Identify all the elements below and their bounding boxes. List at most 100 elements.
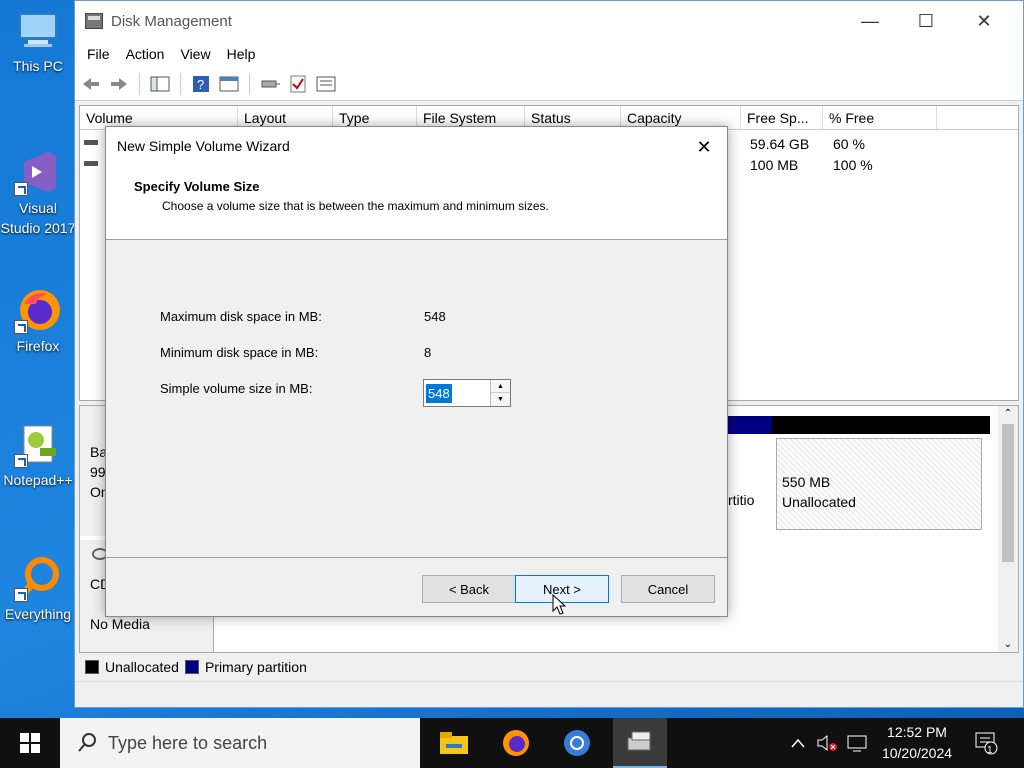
free-space-cell: 100 MB (750, 157, 799, 173)
partition-primary[interactable]: rtitio (728, 416, 772, 534)
column-free-space[interactable]: Free Sp... (741, 106, 823, 129)
column-percent-free[interactable]: % Free (823, 106, 937, 129)
wizard-title: New Simple Volume Wizard (117, 138, 290, 154)
legend-swatch-primary (184, 660, 199, 674)
desktop-icon-label: Visual Studio 2017 (0, 200, 76, 236)
new-simple-volume-wizard: New Simple Volume Wizard ✕ Specify Volum… (105, 126, 728, 617)
menu-action[interactable]: Action (118, 46, 173, 62)
cdrom-status: No Media (90, 616, 150, 632)
console-tree-icon[interactable] (148, 73, 172, 95)
magnifier-icon (14, 554, 62, 602)
desktop-icon-visual-studio[interactable]: Visual Studio 2017 (0, 148, 76, 238)
back-button[interactable]: < Back (422, 575, 516, 603)
desktop-icon-label: This PC (13, 58, 63, 74)
folder-icon (440, 732, 468, 754)
svg-text:?: ? (197, 77, 204, 92)
vertical-scrollbar[interactable]: ⌃ ⌄ (998, 406, 1018, 652)
spin-up-icon[interactable]: ▲ (491, 380, 510, 393)
properties-icon[interactable] (217, 73, 241, 95)
partition-label: rtitio (728, 492, 755, 508)
checklist-icon[interactable] (286, 73, 310, 95)
network-icon[interactable] (844, 718, 872, 768)
clock-time: 12:52 PM (887, 724, 947, 740)
maximize-button[interactable]: ☐ (897, 1, 955, 41)
scroll-up-icon[interactable]: ⌃ (998, 406, 1018, 422)
desktop-icon-this-pc[interactable]: This PC (0, 6, 76, 76)
forward-arrow-icon[interactable] (107, 73, 131, 95)
spin-down-icon[interactable]: ▼ (491, 393, 510, 406)
wizard-divider (106, 557, 727, 558)
desktop-icon-label: Notepad++ (3, 472, 73, 488)
firefox-taskbar-button[interactable] (489, 718, 543, 768)
menu-file[interactable]: File (79, 46, 118, 62)
firefox-icon (503, 730, 529, 756)
legend: Unallocated Primary partition (79, 655, 1019, 679)
computer-icon (14, 6, 62, 54)
menu-bar: File Action View Help (75, 41, 1023, 67)
wizard-heading: Specify Volume Size (134, 179, 260, 194)
back-arrow-icon[interactable] (79, 73, 103, 95)
notification-icon (975, 732, 998, 755)
notepad-plus-plus-icon (14, 420, 62, 468)
desktop-icon-label: Everything (4, 606, 72, 622)
volume-drive-icon (84, 140, 98, 145)
help-icon[interactable]: ? (189, 73, 213, 95)
wizard-header: New Simple Volume Wizard ✕ Specify Volum… (106, 127, 727, 240)
menu-help[interactable]: Help (219, 46, 264, 62)
shortcut-arrow-icon (14, 182, 28, 196)
desktop-icon-firefox[interactable]: Firefox (0, 286, 76, 356)
window-title: Disk Management (111, 12, 232, 30)
clock-date: 10/20/2024 (881, 745, 953, 761)
min-size-value: 8 (424, 345, 432, 360)
settings-list-icon[interactable] (314, 73, 338, 95)
shortcut-arrow-icon (14, 454, 28, 468)
volume-muted-icon[interactable] (814, 718, 840, 768)
desktop-icon-label: Firefox (16, 338, 60, 354)
disk-management-icon (85, 13, 103, 29)
volume-drive-icon (84, 161, 98, 166)
menu-view[interactable]: View (172, 46, 218, 62)
start-button[interactable] (0, 718, 60, 768)
search-placeholder: Type here to search (108, 732, 268, 753)
system-clock[interactable]: 12:52 PM 10/20/2024 (872, 722, 962, 764)
toolbar-separator (180, 72, 181, 95)
connect-drive-icon[interactable] (258, 73, 282, 95)
minimize-button[interactable]: — (841, 1, 899, 41)
volume-size-stepper[interactable]: 548 ▲ ▼ (423, 379, 511, 407)
desktop-icon-notepad-plus-plus[interactable]: Notepad++ (0, 420, 76, 490)
close-button[interactable]: ✕ (955, 1, 1013, 41)
shortcut-arrow-icon (14, 320, 28, 334)
windows-logo-icon (20, 733, 40, 753)
volume-size-input[interactable]: 548 (426, 384, 452, 403)
show-hidden-icons-chevron-icon[interactable] (786, 718, 810, 768)
unallocated-label: Unallocated (782, 494, 856, 510)
percent-free-cell: 100 % (833, 157, 873, 173)
taskbar-search-box[interactable]: Type here to search (60, 718, 420, 768)
scroll-thumb[interactable] (1002, 424, 1014, 562)
free-space-cell: 59.64 GB (750, 136, 810, 152)
chrome-taskbar-button[interactable] (550, 718, 604, 768)
chrome-icon (564, 730, 590, 756)
cancel-button[interactable]: Cancel (621, 575, 715, 603)
percent-free-cell: 60 % (833, 136, 865, 152)
max-size-label: Maximum disk space in MB: (160, 309, 322, 324)
wizard-subheading: Choose a volume size that is between the… (162, 199, 549, 213)
legend-swatch-unallocated (85, 660, 99, 674)
scroll-down-icon[interactable]: ⌄ (998, 639, 1018, 650)
file-explorer-taskbar-button[interactable] (427, 718, 481, 768)
max-size-value: 548 (424, 309, 446, 324)
disk-management-taskbar-button[interactable] (613, 718, 667, 768)
action-center-button[interactable]: 1 (966, 718, 1006, 768)
taskbar: Type here to search 12:52 PM 10/20/2024 … (0, 718, 1024, 768)
mouse-cursor-icon (552, 593, 567, 616)
title-bar[interactable]: Disk Management — ☐ ✕ (75, 1, 1023, 41)
firefox-icon (14, 286, 62, 334)
partition-unallocated[interactable]: 550 MB Unallocated (772, 416, 990, 534)
toolbar: ? (75, 67, 1023, 101)
search-icon (78, 733, 96, 752)
desktop-icon-everything[interactable]: Everything (0, 554, 76, 624)
status-bar (75, 681, 1023, 707)
toolbar-separator (249, 72, 250, 95)
wizard-close-button[interactable]: ✕ (687, 133, 721, 161)
visual-studio-icon (14, 148, 62, 196)
